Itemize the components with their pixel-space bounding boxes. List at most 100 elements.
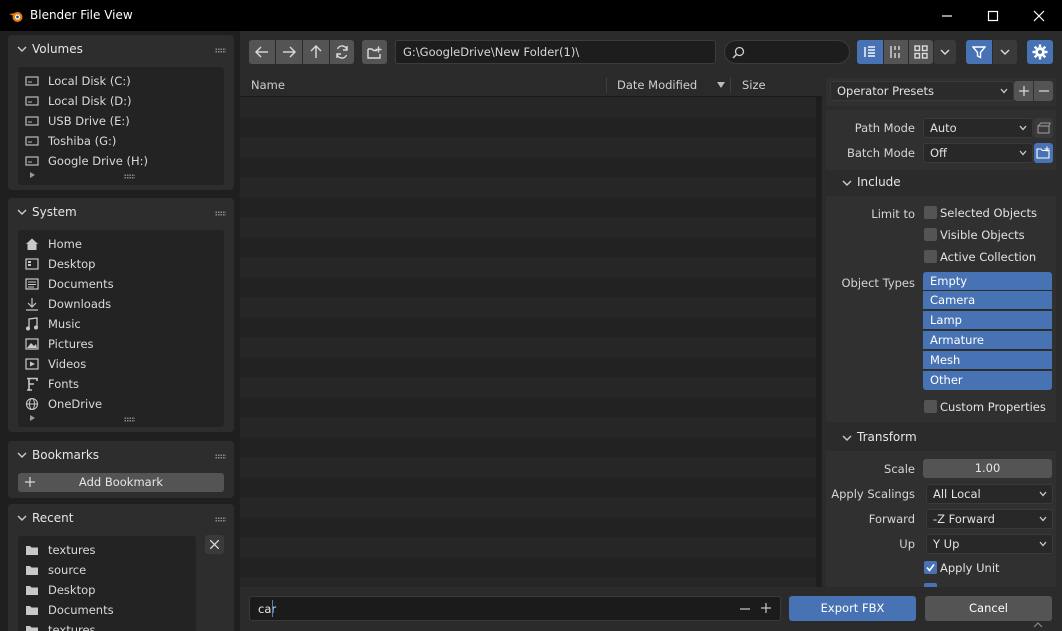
- scale-label: Scale: [884, 462, 915, 476]
- system-item-videos[interactable]: Videos: [18, 354, 224, 374]
- apply-scalings-dropdown[interactable]: All Local: [926, 484, 1053, 504]
- cancel-button[interactable]: Cancel: [925, 596, 1052, 621]
- plus-icon[interactable]: [761, 603, 771, 613]
- filter-toggle-button[interactable]: [966, 40, 992, 64]
- recent-item[interactable]: source: [18, 560, 196, 580]
- column-name-header[interactable]: Name: [251, 78, 285, 92]
- volumes-panel-header[interactable]: Volumes: [8, 35, 234, 63]
- minimize-button[interactable]: [924, 0, 970, 31]
- object-type-other[interactable]: Other: [923, 371, 1052, 390]
- system-item-fonts[interactable]: Fonts: [18, 374, 224, 394]
- file-list-header: Name Date Modified Size: [240, 73, 822, 97]
- object-type-armature[interactable]: Armature: [923, 331, 1052, 350]
- parent-directory-button[interactable]: [303, 40, 329, 64]
- drag-handle-icon[interactable]: [215, 517, 226, 522]
- close-icon: [210, 540, 219, 549]
- object-type-lamp[interactable]: Lamp: [923, 311, 1052, 330]
- drag-handle-icon[interactable]: [215, 48, 226, 53]
- drag-handle-icon[interactable]: [215, 454, 226, 459]
- file-list[interactable]: [240, 97, 816, 587]
- display-thumbnails-button[interactable]: [909, 40, 933, 64]
- object-type-empty[interactable]: Empty: [923, 272, 1052, 291]
- column-size-header[interactable]: Size: [742, 78, 766, 92]
- volume-item-h[interactable]: Google Drive (H:): [18, 151, 224, 171]
- display-options-dropdown[interactable]: [934, 40, 956, 64]
- volume-item-e[interactable]: USB Drive (E:): [18, 111, 224, 131]
- settings-toggle-button[interactable]: [1027, 40, 1053, 64]
- add-preset-button[interactable]: [1014, 81, 1033, 101]
- volume-item-g[interactable]: Toshiba (G:): [18, 131, 224, 151]
- operator-presets-dropdown[interactable]: Operator Presets: [830, 81, 1014, 101]
- custom-properties-checkbox[interactable]: [924, 400, 937, 413]
- system-item-downloads[interactable]: Downloads: [18, 294, 224, 314]
- directory-path-text: G:\GoogleDrive\New Folder(1)\: [403, 45, 580, 59]
- column-separator[interactable]: [730, 77, 731, 93]
- bookmarks-panel-header[interactable]: Bookmarks: [8, 441, 234, 469]
- arrow-up-icon: [310, 45, 322, 58]
- batch-mode-dropdown[interactable]: Off: [923, 143, 1033, 163]
- system-item-home[interactable]: Home: [18, 234, 224, 254]
- minus-icon[interactable]: [740, 608, 750, 610]
- path-mode-dropdown[interactable]: Auto: [923, 118, 1033, 138]
- remove-preset-button[interactable]: [1034, 81, 1053, 101]
- remove-recent-button[interactable]: [205, 535, 224, 554]
- column-separator[interactable]: [606, 77, 607, 93]
- up-axis-dropdown[interactable]: Y Up: [926, 534, 1053, 554]
- recent-panel-header[interactable]: Recent: [8, 504, 234, 532]
- object-type-camera[interactable]: Camera: [923, 291, 1052, 310]
- system-item-onedrive[interactable]: OneDrive: [18, 394, 224, 414]
- transform-title: Transform: [857, 430, 917, 444]
- sort-descending-icon[interactable]: [717, 82, 725, 88]
- volume-item-c[interactable]: Local Disk (C:): [18, 71, 224, 91]
- directory-path-field[interactable]: G:\GoogleDrive\New Folder(1)\: [395, 40, 716, 64]
- recent-item-label: Desktop: [48, 583, 96, 597]
- forward-axis-dropdown[interactable]: -Z Forward: [926, 509, 1053, 529]
- expand-triangle-icon[interactable]: [30, 415, 35, 421]
- system-item-pictures[interactable]: Pictures: [18, 334, 224, 354]
- scale-field[interactable]: 1.00: [923, 459, 1052, 478]
- apply-unit-checkbox[interactable]: [924, 561, 937, 574]
- filter-options-dropdown[interactable]: [993, 40, 1017, 64]
- display-horizontal-list-button[interactable]: [884, 40, 908, 64]
- export-fbx-button[interactable]: Export FBX: [789, 596, 916, 621]
- system-item-desktop[interactable]: Desktop: [18, 254, 224, 274]
- resize-grip-icon[interactable]: [124, 417, 135, 422]
- close-icon: [1033, 10, 1045, 21]
- add-bookmark-button[interactable]: Add Bookmark: [18, 473, 224, 492]
- chevron-up-icon[interactable]: [1033, 622, 1043, 628]
- recent-item[interactable]: Documents: [18, 600, 196, 620]
- filename-input[interactable]: car: [249, 596, 781, 621]
- forward-button[interactable]: [276, 40, 302, 64]
- embed-textures-toggle[interactable]: [1034, 118, 1053, 138]
- resize-grip-icon[interactable]: [124, 174, 135, 179]
- column-date-header[interactable]: Date Modified: [617, 78, 697, 92]
- system-panel-header[interactable]: System: [8, 198, 234, 226]
- visible-objects-checkbox[interactable]: [924, 228, 937, 241]
- refresh-button[interactable]: [330, 40, 354, 64]
- search-input[interactable]: [724, 40, 850, 64]
- next-checkbox-partial[interactable]: [924, 583, 937, 587]
- close-window-button[interactable]: [1016, 0, 1062, 31]
- batch-own-dir-toggle[interactable]: [1034, 143, 1053, 163]
- active-collection-label: Active Collection: [940, 250, 1037, 264]
- new-folder-button[interactable]: [362, 40, 387, 64]
- system-item-documents[interactable]: Documents: [18, 274, 224, 294]
- recent-item[interactable]: textures: [18, 620, 196, 631]
- batch-mode-value: Off: [930, 146, 947, 160]
- maximize-button[interactable]: [970, 0, 1016, 31]
- drag-handle-icon[interactable]: [215, 211, 226, 216]
- object-type-mesh[interactable]: Mesh: [923, 351, 1052, 370]
- volume-item-d[interactable]: Local Disk (D:): [18, 91, 224, 111]
- folder-icon: [26, 606, 38, 615]
- system-item-music[interactable]: Music: [18, 314, 224, 334]
- transform-section-header[interactable]: Transform: [826, 426, 1056, 450]
- recent-item[interactable]: textures: [18, 540, 196, 560]
- back-button[interactable]: [249, 40, 275, 64]
- expand-triangle-icon[interactable]: [30, 172, 35, 178]
- object-types-label: Object Types: [841, 276, 915, 290]
- selected-objects-checkbox[interactable]: [924, 206, 937, 219]
- include-section-header[interactable]: Include: [826, 171, 1056, 195]
- active-collection-checkbox[interactable]: [924, 250, 937, 263]
- recent-item[interactable]: Desktop: [18, 580, 196, 600]
- display-vertical-list-button[interactable]: [857, 40, 883, 64]
